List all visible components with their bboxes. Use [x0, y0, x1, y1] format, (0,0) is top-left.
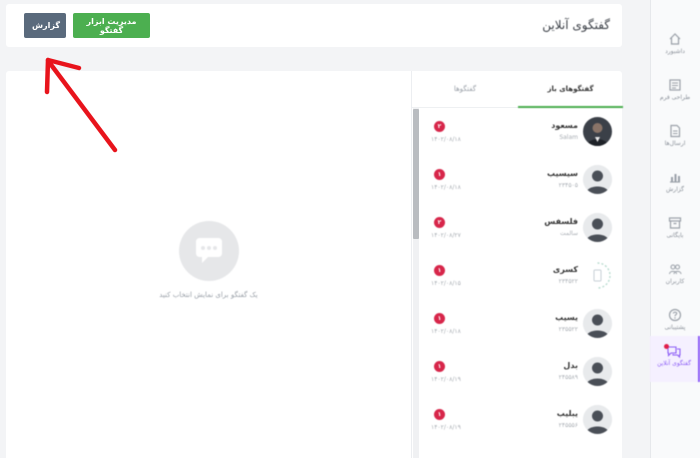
conversation-item[interactable]: یبلیب ۲۴۵۵۵۶ ۱ ۱۴۰۲/۰۸/۱۹: [420, 397, 623, 445]
conversation-date: ۱۴۰۲/۰۸/۲۷: [431, 232, 461, 239]
conversation-preview: سالمت: [559, 230, 578, 237]
list-scrollbar[interactable]: [413, 108, 419, 458]
avatar: [583, 357, 612, 386]
avatar: [583, 165, 612, 194]
default-avatar-icon: [583, 357, 612, 386]
conversation-date: ۱۴۰۲/۰۸/۱۸: [431, 184, 461, 191]
sidebar-item-label: گفتگوی آنلاین: [657, 360, 691, 367]
report-button[interactable]: گزارش: [24, 13, 66, 38]
default-avatar-icon: [583, 213, 612, 242]
avatar: [583, 117, 612, 146]
conversation-name: یبلیب: [556, 409, 578, 418]
conversation-date: ۱۴۰۲/۰۸/۱۵: [431, 280, 461, 287]
unread-badge: ۱: [434, 409, 445, 420]
avatar: [583, 309, 612, 338]
avatar: [583, 213, 612, 242]
sidebar-item-online-chat[interactable]: گفتگوی آنلاین: [650, 336, 700, 382]
conversation-item[interactable]: فلسفس سالمت ۲ ۱۴۰۲/۰۸/۲۷: [420, 205, 623, 253]
sidebar-item-reports[interactable]: گزارش: [650, 162, 700, 208]
custom-avatar-icon: [583, 261, 612, 290]
unread-badge: ۱: [434, 169, 445, 180]
conversation-name: کسری: [552, 265, 578, 274]
conversation-item[interactable]: بدل ۲۴۵۵۸۹ ۱ ۱۴۰۲/۰۸/۱۹: [420, 349, 623, 397]
unread-badge: ۲: [434, 217, 445, 228]
tab-open-conversations[interactable]: گفتگوهای باز: [518, 71, 623, 108]
conversation-tabs: گفتگوها گفتگوهای باز: [412, 71, 623, 108]
home-icon: [669, 33, 681, 45]
conversation-date: ۱۴۰۲/۰۸/۱۸: [431, 328, 461, 335]
sidebar-item-submissions[interactable]: ارسال‌ها: [650, 116, 700, 162]
default-avatar-icon: [583, 405, 612, 434]
notification-dot: [664, 344, 669, 349]
conversation-list-panel: گفتگوها گفتگوهای باز مسعود Salam ۲ ۱۴۰۲/…: [411, 71, 623, 458]
conversation-item[interactable]: یسیب ۲۳۵۵۲۲ ۱ ۱۴۰۲/۰۸/۱۸: [420, 301, 623, 349]
unread-badge: ۱: [434, 265, 445, 276]
empty-state-text: یک گفتگو برای نمایش انتخاب کنید: [159, 291, 258, 299]
sidebar-item-form-design[interactable]: طراحی فرم: [650, 70, 700, 116]
default-avatar-icon: [583, 309, 612, 338]
sidebar-item-archive[interactable]: بایگانی: [650, 208, 700, 254]
tab-all-conversations[interactable]: گفتگوها: [412, 71, 518, 108]
sidebar-item-label: گزارش: [665, 186, 685, 193]
conversation-view-panel: یک گفتگو برای نمایش انتخاب کنید: [6, 71, 411, 458]
avatar: [583, 261, 612, 290]
sidebar-item-label: ارسال‌ها: [664, 140, 686, 147]
sidebar-item-users[interactable]: کاربران: [650, 254, 700, 300]
form-icon: [669, 79, 681, 91]
conversation-date: ۱۴۰۲/۰۸/۱۹: [431, 376, 461, 383]
manage-chat-tools-button[interactable]: مدیریت ابزار گفتگو: [73, 13, 150, 38]
conversation-name: یسیب: [555, 313, 578, 322]
sidebar-item-label: پشتیبانی: [664, 324, 686, 331]
conversation-preview: ۲۳۵۵۲۲: [558, 326, 578, 333]
scrollbar-thumb[interactable]: [413, 109, 419, 239]
conversation-preview: ۲۳۴۵۰۵: [558, 182, 578, 189]
conversation-preview: ۲۳۴۵۲۲: [558, 278, 578, 285]
conversation-preview: Salam: [559, 134, 578, 141]
sidebar-item-label: بایگانی: [666, 232, 684, 239]
conversation-preview: ۲۴۵۵۵۶: [558, 422, 578, 429]
users-icon: [668, 264, 682, 275]
conversation-name: فلسفس: [544, 217, 578, 226]
conversation-date: ۱۴۰۲/۰۸/۱۹: [431, 424, 461, 431]
unread-badge: ۱: [434, 313, 445, 324]
chart-icon: [670, 174, 680, 183]
unread-badge: ۲: [434, 121, 445, 132]
sidebar-item-label: طراحی فرم: [659, 94, 691, 101]
conversation-preview: ۲۴۵۵۸۹: [558, 374, 578, 381]
help-icon: [668, 308, 682, 322]
archive-icon: [668, 217, 682, 229]
avatar: [583, 405, 612, 434]
conversation-item[interactable]: سیسیب ۲۳۴۵۰۵ ۱ ۱۴۰۲/۰۸/۱۸: [420, 157, 623, 205]
empty-state: یک گفتگو برای نمایش انتخاب کنید: [6, 221, 411, 299]
sidebar-item-label: کاربران: [665, 278, 685, 285]
document-icon: [670, 124, 681, 138]
sidebar-nav: داشبورد طراحی فرم ارسال‌ها گزارش بایگانی…: [650, 0, 700, 458]
conversation-item[interactable]: کسری ۲۳۴۵۲۲ ۱ ۱۴۰۲/۰۸/۱۵: [420, 253, 623, 301]
page-header: گزارش مدیریت ابزار گفتگو گفتگوی آنلاین: [6, 4, 622, 47]
user-photo-icon: [583, 117, 612, 146]
conversation-name: مسعود: [551, 121, 578, 130]
chat-bubble-icon: [178, 221, 239, 281]
conversation-item[interactable]: مسعود Salam ۲ ۱۴۰۲/۰۸/۱۸: [420, 109, 623, 157]
page-title: گفتگوی آنلاین: [542, 18, 610, 32]
conversation-name: بدل: [563, 361, 578, 370]
unread-badge: ۱: [434, 361, 445, 372]
conversation-date: ۱۴۰۲/۰۸/۱۸: [431, 136, 461, 143]
sidebar-item-dashboard[interactable]: داشبورد: [650, 24, 700, 70]
sidebar-item-label: داشبورد: [665, 48, 685, 55]
conversation-name: سیسیب: [546, 169, 578, 178]
default-avatar-icon: [583, 165, 612, 194]
